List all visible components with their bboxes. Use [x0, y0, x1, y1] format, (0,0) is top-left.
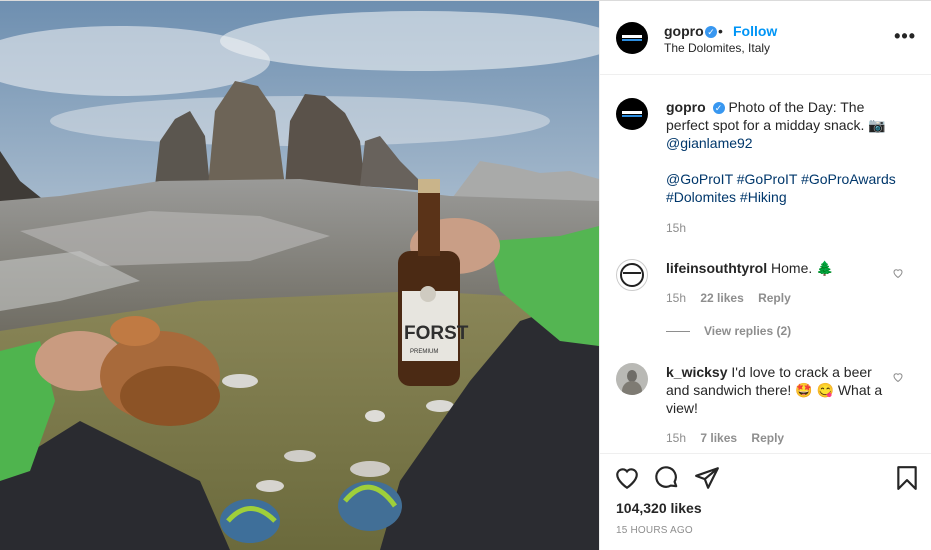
comment-meta: 15h 22 likes Reply — [666, 291, 802, 305]
post-actions: 104,320 likes 15 HOURS AGO — [600, 453, 931, 550]
caption-hashtags-2[interactable]: #Dolomites #Hiking — [666, 189, 787, 205]
gopro-logo-icon — [622, 111, 642, 114]
caption-username[interactable]: gopro — [666, 99, 706, 115]
small-heart-icon[interactable] — [892, 371, 904, 383]
comment-icon[interactable] — [654, 465, 680, 491]
comment-text: Home. 🌲 — [771, 260, 834, 276]
caption-timestamp[interactable]: 15h — [666, 221, 686, 235]
view-replies-label: View replies (2) — [704, 324, 792, 338]
location-link[interactable]: The Dolomites, Italy — [664, 41, 770, 55]
small-heart-icon[interactable] — [892, 267, 904, 279]
verified-badge-icon: ✓ — [712, 102, 725, 114]
commenter-avatar[interactable] — [616, 259, 648, 291]
share-icon[interactable] — [694, 465, 720, 491]
post-details-panel: gopro ✓ • Follow The Dolomites, Italy ••… — [599, 1, 931, 550]
caption: gopro ✓ Photo of the Day: The perfect sp… — [666, 98, 906, 206]
follow-button[interactable]: Follow — [733, 23, 777, 39]
reply-button[interactable]: Reply — [751, 431, 784, 445]
dolomites-photo: FORST PREMIUM — [0, 1, 599, 550]
comment-username[interactable]: k_wicksy — [666, 364, 728, 380]
post-header: gopro ✓ • Follow The Dolomites, Italy ••… — [600, 1, 931, 75]
instagram-post: FORST PREMIUM gopro ✓ • Follow The Dolom… — [0, 0, 931, 550]
likes-count[interactable]: 104,320 likes — [616, 500, 702, 516]
avatar-body — [622, 381, 642, 395]
gopro-logo-icon — [622, 35, 642, 38]
gopro-logo-stripe — [622, 115, 642, 117]
comment: k_wicksy I'd love to crack a beer and sa… — [666, 363, 886, 417]
comment-meta: 15h 7 likes Reply — [666, 431, 795, 445]
verified-badge-icon: ✓ — [705, 26, 717, 38]
bottle-sublabel: PREMIUM — [410, 349, 438, 355]
comment-time[interactable]: 15h — [666, 291, 686, 305]
comment-username[interactable]: lifeinsouthtyrol — [666, 260, 767, 276]
caption-avatar[interactable] — [616, 98, 648, 130]
reply-button[interactable]: Reply — [758, 291, 791, 305]
gopro-avatar[interactable] — [616, 22, 648, 54]
bookmark-icon[interactable] — [894, 465, 920, 491]
post-timestamp[interactable]: 15 HOURS AGO — [616, 525, 693, 536]
header-username[interactable]: gopro — [664, 23, 704, 39]
bottle-label: FORST — [404, 323, 469, 344]
comment-likes[interactable]: 7 likes — [700, 431, 737, 445]
more-options-icon[interactable]: ••• — [894, 27, 916, 45]
commenter-avatar[interactable] — [616, 363, 648, 395]
gopro-logo-stripe — [622, 39, 642, 41]
avatar-text-mark — [623, 272, 641, 274]
post-photo[interactable]: FORST PREMIUM — [0, 1, 599, 550]
caption-mention[interactable]: @gianlame92 — [666, 135, 753, 151]
view-replies-button[interactable]: View replies (2) — [666, 324, 791, 338]
replies-line — [666, 331, 690, 332]
avatar-ring — [620, 263, 644, 287]
comment-time[interactable]: 15h — [666, 431, 686, 445]
header-separator: • — [718, 23, 723, 39]
heart-icon[interactable] — [614, 465, 640, 491]
comment: lifeinsouthtyrol Home. 🌲 — [666, 259, 886, 277]
comment-likes[interactable]: 22 likes — [700, 291, 743, 305]
caption-hashtags-1[interactable]: @GoProIT #GoProIT #GoProAwards — [666, 171, 896, 187]
